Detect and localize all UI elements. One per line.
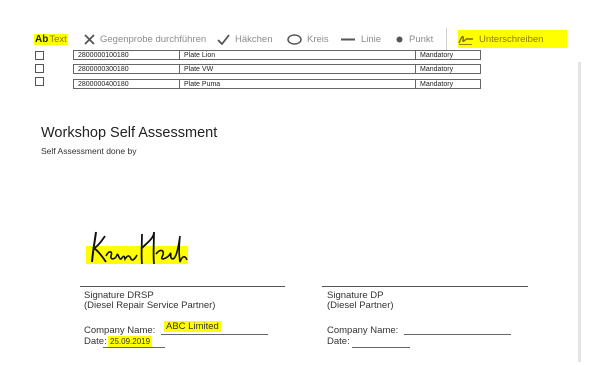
date-underline-drsp [103,347,165,348]
signature-line-dp [322,286,528,287]
date-underline-dp[interactable] [352,347,410,348]
cross-check-button[interactable]: Gegenprobe durchführen [84,30,206,48]
circle-icon [287,33,302,45]
table-row: 2800000400180 Plate Puma Mandatory [35,74,555,89]
vertical-scrollbar[interactable] [578,62,581,362]
row-name: Plate Lion [179,50,284,60]
company-underline-drsp [161,334,268,335]
text-tool-label: Text [49,33,68,45]
row-name-extra [284,50,416,60]
row-number: 2800000100180 [73,50,180,60]
company-value-drsp[interactable]: ABC Limited [164,321,221,332]
line-icon [340,34,356,45]
document-title: Workshop Self Assessment [41,125,218,141]
text-tool-icon: Ab [34,33,50,45]
date-label-drsp: Date: [84,336,107,347]
company-underline-dp[interactable] [404,334,511,335]
toolbar-divider [446,28,447,50]
row-name: Plate VW [179,64,416,74]
dot-button[interactable]: Punkt [395,30,433,48]
row-checkbox[interactable] [35,51,44,60]
table-row: 2800000100180 Plate Lion Mandatory [35,50,555,61]
date-value-drsp[interactable]: 25.09.2019 [108,336,153,347]
cross-check-label: Gegenprobe durchführen [100,33,207,45]
checkmark-icon [217,33,230,45]
checkmark-button[interactable]: Häkchen [217,30,273,48]
circle-label: Kreis [307,33,329,45]
row-number: 2800000400180 [73,79,180,89]
sign-label: Unterschreiben [479,33,544,45]
signature-icon [458,33,474,45]
signature-line-drsp [80,286,285,287]
row-number: 2800000300180 [73,64,180,74]
checkmark-label: Häkchen [235,33,273,45]
row-requirement: Mandatory [415,64,481,74]
date-label-dp: Date: [327,336,350,347]
line-button[interactable]: Linie [340,30,381,48]
circle-button[interactable]: Kreis [287,30,329,48]
dot-label: Punkt [409,33,434,45]
document-subtitle: Self Assessment done by [41,146,137,156]
text-tool-button[interactable]: Ab Text [34,30,68,48]
handwritten-signature [84,226,190,275]
dot-icon [395,34,404,45]
table-row: 2800000300180 Plate VW Mandatory [35,61,555,74]
row-checkbox[interactable] [35,64,44,73]
row-requirement: Mandatory [415,50,481,60]
row-checkbox[interactable] [35,77,44,86]
line-label: Linie [361,33,382,45]
company-label-dp: Company Name: [327,325,399,336]
signature-subtitle-drsp: (Diesel Repair Service Partner) [84,300,216,311]
row-requirement: Mandatory [415,79,481,89]
sign-button[interactable]: Unterschreiben [458,30,568,48]
cross-icon [84,33,95,45]
company-label-drsp: Company Name: [84,325,156,336]
row-name: Plate Puma [179,79,416,89]
signature-subtitle-dp: (Diesel Partner) [327,300,394,311]
